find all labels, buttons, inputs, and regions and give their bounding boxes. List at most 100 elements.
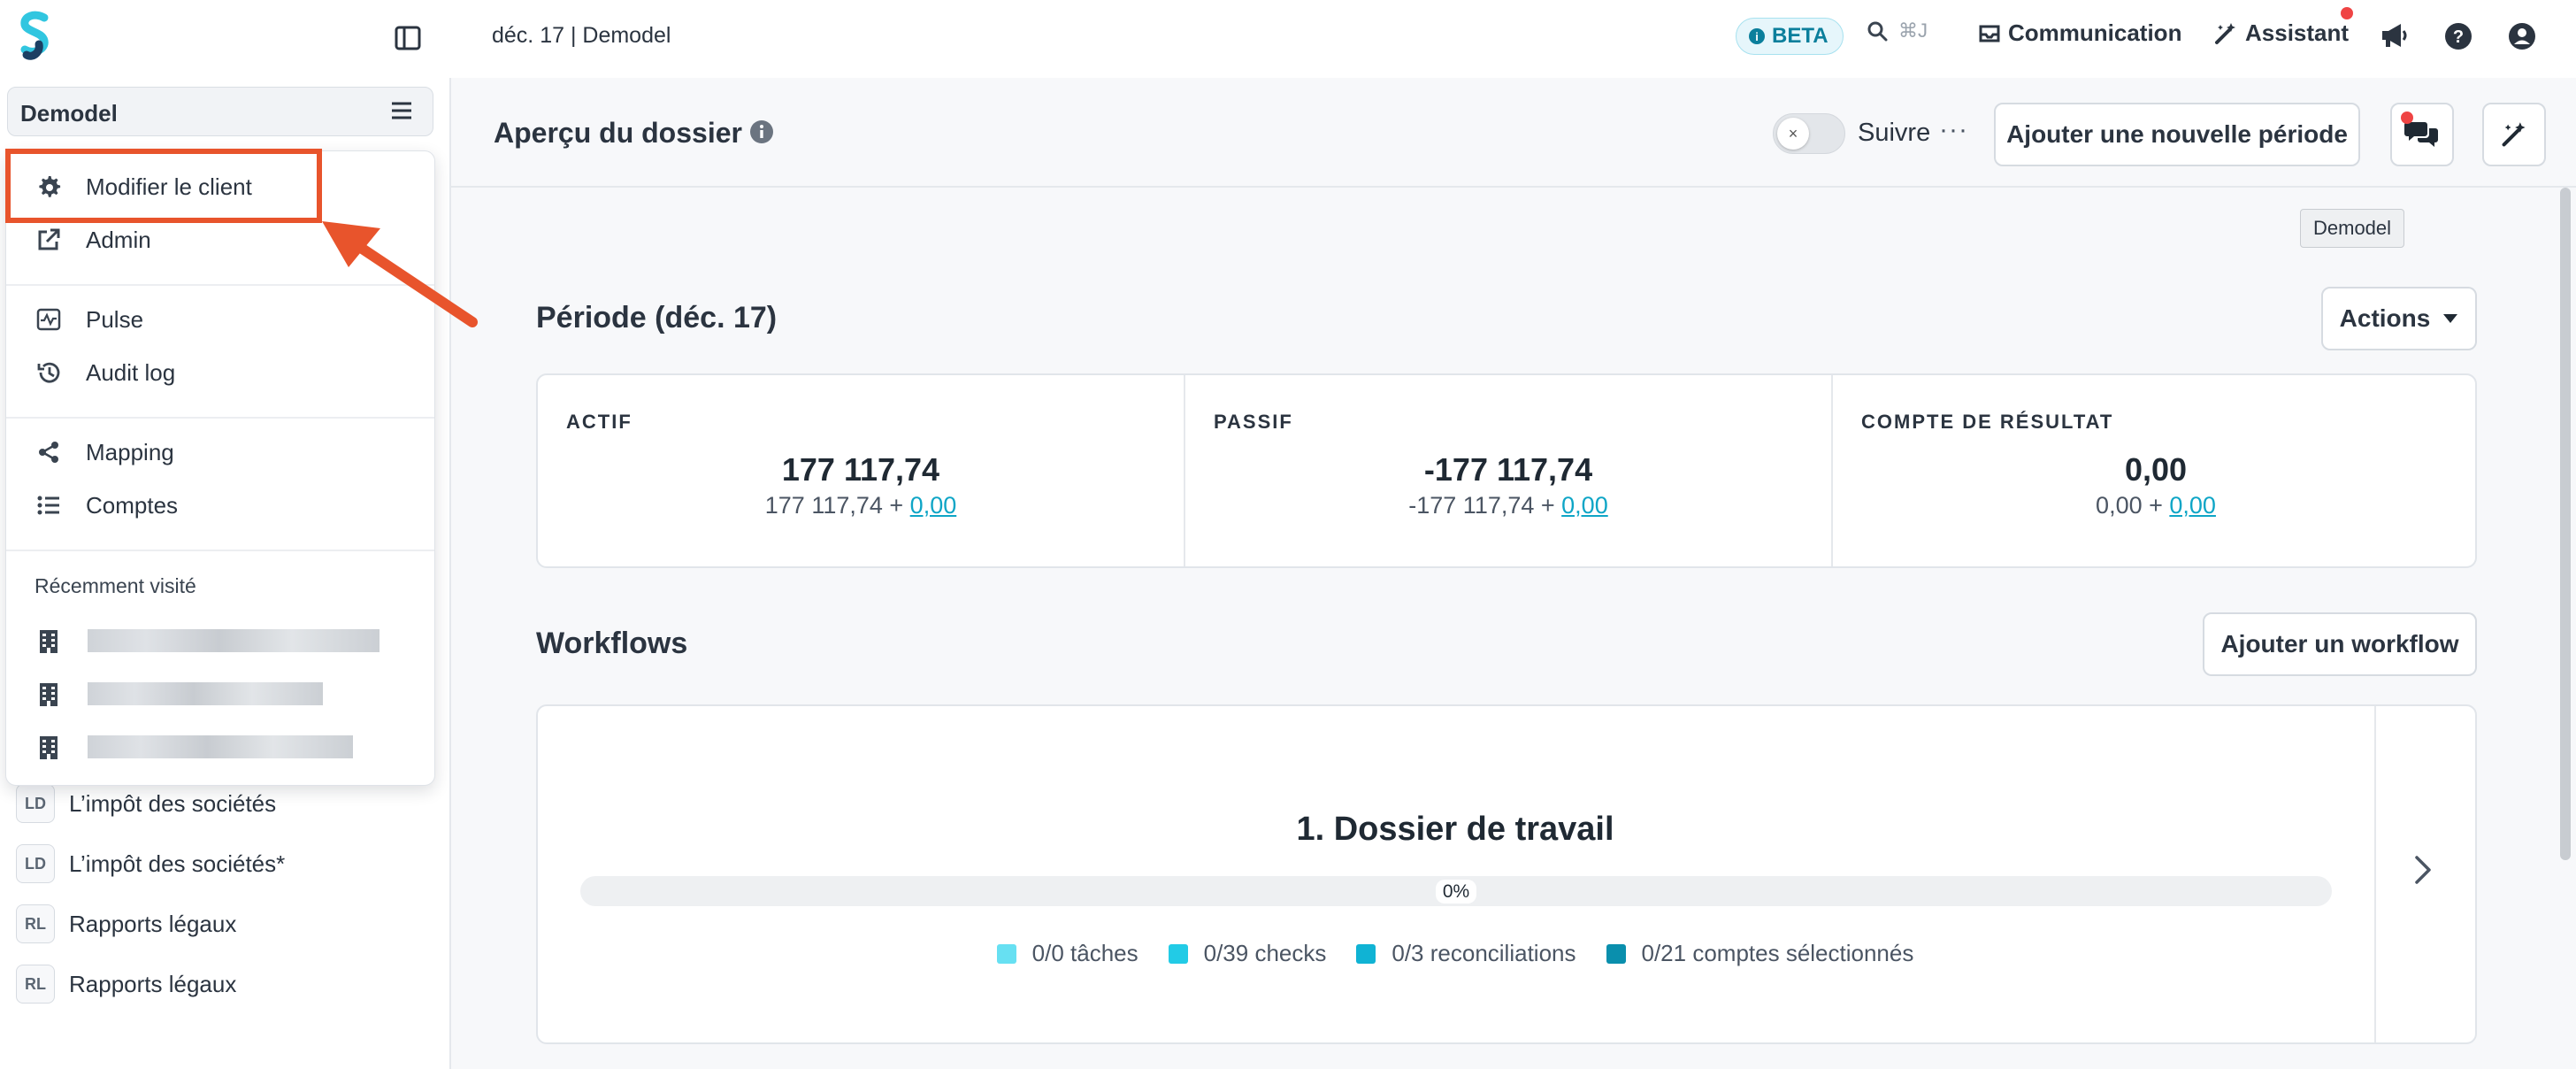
summary-value: 0,00 xyxy=(2124,451,2188,488)
profile-icon[interactable] xyxy=(2507,21,2537,51)
sidebar-item[interactable]: RL Rapports légaux xyxy=(16,965,236,1004)
beta-badge[interactable]: i BETA xyxy=(1736,18,1844,55)
building-icon xyxy=(34,627,63,656)
legend-swatch xyxy=(1606,943,1626,964)
follow-label: Suivre xyxy=(1858,119,1931,147)
summary-subvalue: -177 117,74 + 0,00 xyxy=(1185,492,1831,519)
redacted-text xyxy=(88,682,323,705)
menu-item-mapping[interactable]: Mapping xyxy=(34,438,174,466)
period-title: Période (déc. 17) xyxy=(536,301,778,335)
sidebar-item[interactable]: LD L’impôt des sociétés* xyxy=(16,844,285,883)
legend-swatch xyxy=(996,943,1016,964)
communication-button[interactable]: Communication xyxy=(1978,19,2181,47)
summary-sub-base: 0,00 + xyxy=(2096,492,2170,519)
summary-sub-base: 177 117,74 + xyxy=(764,492,910,519)
menu-item-pulse[interactable]: Pulse xyxy=(34,305,143,334)
divider xyxy=(2374,706,2376,1042)
divider xyxy=(6,550,434,551)
recent-item[interactable] xyxy=(34,734,63,762)
menu-item-label: Mapping xyxy=(86,438,174,465)
sidebar-item-label: L’impôt des sociétés* xyxy=(69,850,286,877)
communication-label: Communication xyxy=(2008,19,2182,46)
search-button[interactable]: ⌘J xyxy=(1867,19,1928,42)
annotation-arrow-icon xyxy=(322,221,478,327)
sidebar-item-badge: LD xyxy=(16,784,55,823)
sidebar-item-label: L’impôt des sociétés xyxy=(69,789,277,817)
search-icon xyxy=(1867,21,1888,42)
app-logo[interactable] xyxy=(16,9,55,65)
legend-label: 0/3 reconciliations xyxy=(1392,940,1576,966)
info-icon: i xyxy=(1749,28,1765,44)
menu-item-comptes[interactable]: Comptes xyxy=(34,491,178,519)
beta-label: BETA xyxy=(1772,24,1828,48)
megaphone-icon[interactable] xyxy=(2380,21,2410,50)
summary-value: -177 117,74 xyxy=(1423,451,1593,488)
legend-label: 0/21 comptes sélectionnés xyxy=(1641,940,1914,966)
workflow-card[interactable] xyxy=(536,704,2477,1044)
assistant-button[interactable]: Assistant xyxy=(2213,19,2349,47)
hamburger-menu-icon[interactable] xyxy=(390,100,413,121)
building-icon xyxy=(34,681,63,709)
search-shortcut: ⌘J xyxy=(1898,19,1928,42)
sidebar-item[interactable]: LD L’impôt des sociétés xyxy=(16,784,276,823)
menu-item-admin[interactable]: Admin xyxy=(34,226,151,254)
sidebar-item-badge: RL xyxy=(16,965,55,1004)
help-icon[interactable]: ? xyxy=(2443,21,2473,51)
building-icon xyxy=(34,734,63,762)
legend-label: 0/39 checks xyxy=(1203,940,1327,966)
menu-item-label: Comptes xyxy=(86,491,179,519)
menu-item-label: Audit log xyxy=(86,358,176,386)
legend-swatch xyxy=(1168,943,1188,964)
follow-toggle[interactable]: × xyxy=(1773,113,1845,154)
redacted-text xyxy=(88,735,353,758)
legend-item: 0/21 comptes sélectionnés xyxy=(1606,940,1914,967)
summary-adjustment-link[interactable]: 0,00 xyxy=(2169,492,2216,519)
legend-item: 0/39 checks xyxy=(1168,940,1327,967)
inbox-icon xyxy=(1979,25,2000,42)
summary-value: 177 117,74 xyxy=(781,451,940,488)
chevron-right-icon[interactable] xyxy=(2413,855,2433,885)
sidebar-item[interactable]: RL Rapports légaux xyxy=(16,904,236,943)
legend-item: 0/3 reconciliations xyxy=(1356,940,1576,967)
summary-subvalue: 0,00 + 0,00 xyxy=(1833,492,2479,519)
notification-dot xyxy=(2341,7,2353,19)
sidebar-item-label: Rapports légaux xyxy=(69,910,237,937)
actions-button[interactable]: Actions xyxy=(2321,287,2477,350)
divider xyxy=(6,417,434,419)
redacted-text xyxy=(88,629,380,652)
sidebar-toggle-icon[interactable] xyxy=(391,21,425,55)
svg-text:?: ? xyxy=(2453,27,2464,47)
menu-item-audit-log[interactable]: Audit log xyxy=(34,358,175,387)
summary-column-actif: ACTIF 177 117,74 177 117,74 + 0,00 xyxy=(538,375,1184,566)
info-icon[interactable] xyxy=(748,119,775,145)
summary-sub-base: -177 117,74 + xyxy=(1408,492,1562,519)
client-name: Demodel xyxy=(20,100,118,127)
summary-subvalue: 177 117,74 + 0,00 xyxy=(538,492,1184,519)
summary-label: PASSIF xyxy=(1214,411,1293,433)
more-options-icon[interactable]: ··· xyxy=(1939,115,1968,145)
summary-adjustment-link[interactable]: 0,00 xyxy=(1561,492,1608,519)
workflow-legend: 0/0 tâches 0/39 checks 0/3 reconciliatio… xyxy=(536,940,2374,967)
add-period-button[interactable]: Ajouter une nouvelle période xyxy=(1994,103,2360,166)
chat-button[interactable] xyxy=(2390,103,2454,166)
summary-label: COMPTE DE RÉSULTAT xyxy=(1861,411,2114,433)
recent-item[interactable] xyxy=(34,681,63,709)
breadcrumb: déc. 17 | Demodel xyxy=(492,23,671,48)
notification-dot xyxy=(2401,112,2413,124)
actions-label: Actions xyxy=(2339,304,2431,332)
assistant-label: Assistant xyxy=(2245,19,2350,46)
scrollbar[interactable] xyxy=(2560,188,2571,860)
add-workflow-button[interactable]: Ajouter un workflow xyxy=(2203,612,2477,676)
summary-column-resultat: COMPTE DE RÉSULTAT 0,00 0,00 + 0,00 xyxy=(1833,375,2479,566)
highlight-box xyxy=(5,149,322,223)
workflow-title: 1. Dossier de travail xyxy=(1296,811,1614,848)
menu-item-label: Admin xyxy=(86,226,151,253)
legend-swatch xyxy=(1356,943,1376,964)
list-icon xyxy=(34,491,63,519)
recent-item[interactable] xyxy=(34,627,63,656)
chat-icon xyxy=(2404,122,2438,147)
assistant-wand-button[interactable] xyxy=(2482,103,2546,166)
client-selector[interactable]: Demodel xyxy=(7,87,433,136)
caret-down-icon xyxy=(2443,314,2458,323)
summary-adjustment-link[interactable]: 0,00 xyxy=(910,492,957,519)
